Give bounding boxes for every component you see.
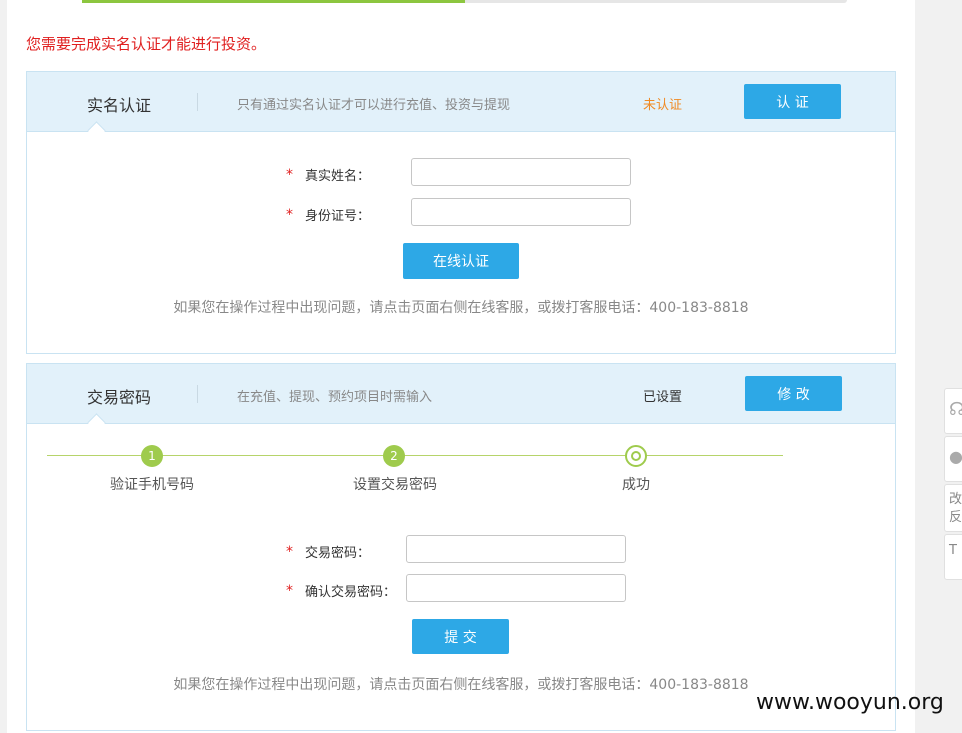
chat-widget[interactable]: ● [944,436,962,482]
required-mark: * [286,207,293,223]
trade-password-title: 交易密码 [87,388,152,407]
verify-button[interactable]: 认 证 [744,84,841,119]
trade-password-description: 在充值、提现、预约项目时需输入 [237,390,433,405]
steps: 1 验证手机号码 2 设置交易密码 成功 [27,424,895,504]
divider [197,93,198,111]
required-mark: * [286,167,293,183]
step-3-label: 成功 [622,477,650,493]
trade-password-field-row: * 交易密码： [27,535,895,565]
verification-notice: 您需要完成实名认证才能进行投资。 [26,35,267,53]
required-mark: * [286,583,293,599]
headset-icon: ☊ [949,399,962,420]
trade-password-label: 交易密码： [305,546,371,561]
idcard-field-row: * 身份证号： [27,198,895,228]
feedback-text: 改 反 [949,492,962,525]
trade-password-input[interactable] [406,535,626,563]
realname-title: 实名认证 [87,96,152,115]
chat-bubble-icon: ● [949,447,962,466]
step-2-dot: 2 [383,445,405,467]
top-widget[interactable]: T [944,534,962,580]
progress-bar-fill [82,0,465,3]
required-mark: * [286,544,293,560]
submit-button[interactable]: 提 交 [412,619,509,654]
realname-status: 未认证 [643,98,683,113]
step-success-icon [625,445,647,467]
trade-password-section: 交易密码 在充值、提现、预约项目时需输入 已设置 修 改 1 验证手机号码 2 … [26,363,896,731]
online-service-widget[interactable]: ☊ [944,388,962,434]
step-1-dot: 1 [141,445,163,467]
realname-label: 真实姓名： [305,169,371,184]
top-text: T [949,543,957,558]
progress-bar [82,0,847,3]
step-2-label: 设置交易密码 [353,477,437,493]
realname-field-row: * 真实姓名： [27,158,895,188]
help-text: 如果您在操作过程中出现问题，请点击页面右侧在线客服，或拨打客服电话：400-18… [173,300,749,316]
realname-input[interactable] [411,158,631,186]
section-caret [87,121,106,140]
trade-password-header: 交易密码 在充值、提现、预约项目时需输入 已设置 修 改 [27,364,895,432]
realname-header: 实名认证 只有通过实名认证才可以进行充值、投资与提现 未认证 认 证 [27,72,895,140]
confirm-password-field-row: * 确认交易密码： [27,574,895,604]
confirm-password-label: 确认交易密码： [305,585,397,600]
step-1-label: 验证手机号码 [110,477,194,493]
main-panel: 您需要完成实名认证才能进行投资。 实名认证 只有通过实名认证才可以进行充值、投资… [7,0,915,733]
idcard-label: 身份证号： [305,209,371,224]
modify-button[interactable]: 修 改 [745,376,842,411]
trade-password-status: 已设置 [643,390,683,405]
online-verify-button[interactable]: 在线认证 [403,243,519,279]
confirm-password-input[interactable] [406,574,626,602]
realname-description: 只有通过实名认证才可以进行充值、投资与提现 [237,98,511,113]
divider [197,385,198,403]
watermark: www.wooyun.org [756,690,944,715]
feedback-widget[interactable]: 改 反 [944,484,962,532]
idcard-input[interactable] [411,198,631,226]
realname-section: 实名认证 只有通过实名认证才可以进行充值、投资与提现 未认证 认 证 * 真实姓… [26,71,896,354]
